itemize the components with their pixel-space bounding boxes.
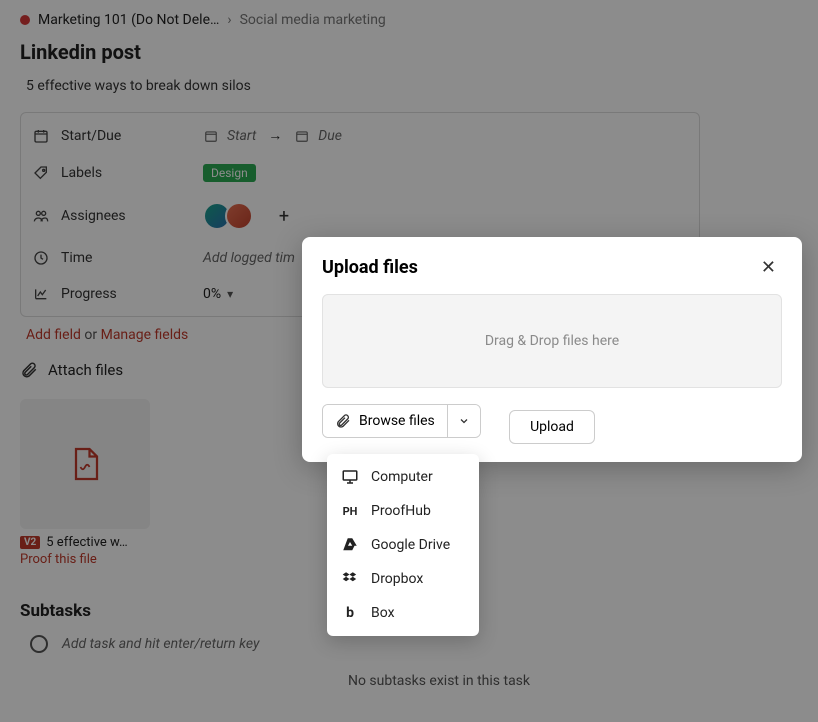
box-icon: b (341, 604, 359, 622)
menu-item-proofhub[interactable]: PH ProofHub (327, 494, 479, 528)
menu-item-google-drive[interactable]: Google Drive (327, 528, 479, 562)
menu-item-label: Computer (371, 469, 433, 485)
dropzone-text: Drag & Drop files here (485, 333, 619, 349)
menu-item-computer[interactable]: Computer (327, 460, 479, 494)
menu-item-box[interactable]: b Box (327, 596, 479, 630)
google-drive-icon (341, 536, 359, 554)
upload-button[interactable]: Upload (509, 410, 595, 444)
upload-files-modal: Upload files ✕ Drag & Drop files here Br… (302, 237, 802, 462)
dropbox-icon (341, 570, 359, 588)
menu-item-dropbox[interactable]: Dropbox (327, 562, 479, 596)
browse-source-menu: Computer PH ProofHub Google Drive Dropbo… (327, 454, 479, 636)
menu-item-label: Box (371, 605, 395, 621)
proofhub-icon: PH (341, 502, 359, 520)
modal-title: Upload files (322, 257, 418, 278)
computer-icon (341, 468, 359, 486)
menu-item-label: Google Drive (371, 537, 450, 553)
menu-item-label: Dropbox (371, 571, 423, 587)
menu-item-label: ProofHub (371, 503, 431, 519)
dropzone[interactable]: Drag & Drop files here (322, 294, 782, 388)
close-icon[interactable]: ✕ (755, 255, 782, 280)
